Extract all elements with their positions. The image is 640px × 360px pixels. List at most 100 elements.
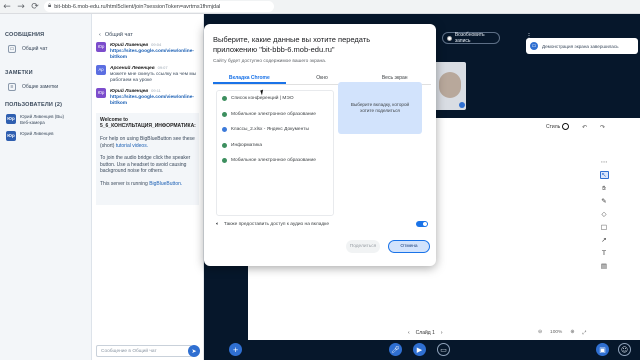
- microphone-button[interactable]: 🎤︎: [389, 343, 402, 356]
- sidebar-item-shared-notes[interactable]: ≡ Общие заметки: [8, 82, 91, 92]
- zoom-in-icon[interactable]: ⊕: [570, 330, 574, 336]
- toast-text: Демонстрация экрана завершилась: [542, 43, 619, 49]
- fit-icon[interactable]: ⤢: [582, 330, 586, 336]
- bbb-app: СООБЩЕНИЯ ▭ Общий чат ЗАМЕТКИ ≡ Общие за…: [0, 14, 640, 360]
- select-tool-icon[interactable]: ↖: [599, 171, 609, 179]
- tab-title: Информатика: [231, 142, 262, 148]
- user-list-item[interactable]: Юр Юрий Ливенцев (Вы) Веб-камера: [6, 114, 91, 125]
- reactions-icon: ☺: [620, 345, 629, 354]
- avatar: Юр: [6, 114, 16, 124]
- tab-list-item[interactable]: Информатика: [217, 138, 333, 154]
- presentation-button[interactable]: ▣: [596, 343, 609, 356]
- welcome-room: 5_6_КОНСУЛЬТАЦИЯ_ИНФОРМАТИКА:: [100, 123, 196, 130]
- style-color-button[interactable]: [562, 123, 569, 130]
- welcome-message: Welcome to 5_6_КОНСУЛЬТАЦИЯ_ИНФОРМАТИКА:…: [96, 113, 199, 205]
- webcam-video: [439, 72, 461, 98]
- notification-toast: ▭ Демонстрация экрана завершилась: [526, 38, 638, 54]
- message-time: 09:11: [151, 88, 161, 93]
- rectangle-tool-icon[interactable]: □: [600, 223, 609, 231]
- text-tool-icon[interactable]: T: [600, 249, 609, 257]
- resume-recording-button[interactable]: Возобновить запись: [442, 32, 500, 44]
- hand-tool-icon[interactable]: ✋︎: [600, 184, 609, 192]
- dialog-subtitle: Сайту будет доступно содержимое вашего э…: [213, 59, 327, 64]
- tutorial-link[interactable]: tutorial videos.: [116, 143, 148, 149]
- forward-icon[interactable]: →: [14, 0, 28, 14]
- favicon-icon: [222, 96, 227, 102]
- chat-title: Общий чат: [104, 32, 133, 38]
- speaker-icon: 🔈︎: [216, 222, 219, 227]
- tab-list-item[interactable]: Список конференций | МЭО: [217, 91, 333, 107]
- user-list-item[interactable]: Юр Юрий Ливенцев: [6, 131, 91, 141]
- zoom-out-icon[interactable]: ⊖: [538, 330, 542, 336]
- favicon-icon: [222, 127, 227, 133]
- sidebar-item-public-chat[interactable]: ▭ Общий чат: [8, 44, 91, 54]
- screen-share-icon: ▭: [440, 345, 447, 354]
- message-body: Юрий Ливенцев 09:04 https://sites.google.…: [110, 42, 199, 61]
- chat-input[interactable]: Сообщение в Общий чат: [96, 345, 192, 357]
- webcam-tile[interactable]: [433, 62, 466, 110]
- welcome-audio: To join the audio bridge click the speak…: [100, 155, 191, 175]
- screen-share-button[interactable]: ▭: [437, 343, 450, 356]
- tab-chrome-tab[interactable]: Вкладка Chrome: [213, 73, 286, 84]
- style-label: Стиль: [546, 124, 561, 130]
- presentation-icon: ▣: [599, 345, 606, 354]
- message-link[interactable]: https://sites.google.com/view/online-bit…: [110, 95, 194, 106]
- camera-button[interactable]: ▶: [413, 343, 426, 356]
- undo-icon[interactable]: ↶: [582, 124, 587, 131]
- eraser-tool-icon[interactable]: ◇: [600, 210, 609, 218]
- tab-list-item[interactable]: Мобильное электронное образование: [217, 153, 333, 169]
- next-slide-icon[interactable]: ›: [441, 330, 443, 336]
- sidebar: СООБЩЕНИЯ ▭ Общий чат ЗАМЕТКИ ≡ Общие за…: [0, 14, 92, 360]
- tab-preview: Выберите вкладку, которой хотите поделит…: [338, 82, 422, 134]
- message-body: Юрий Ливенцев 09:11 https://sites.google.…: [110, 88, 199, 107]
- tab-list-item[interactable]: Классы_2.xlsx - Яндекс Документы: [217, 122, 333, 138]
- users-title: ПОЛЬЗОВАТЕЛИ (2): [5, 102, 63, 108]
- share-audio-toggle[interactable]: [416, 221, 428, 227]
- chrome-tab-list: Список конференций | МЭО Мобильное элект…: [216, 90, 334, 216]
- avatar: Юр: [6, 131, 16, 141]
- reload-icon[interactable]: ⟳: [28, 0, 42, 14]
- send-button[interactable]: ➤: [188, 345, 200, 357]
- plus-icon: +: [232, 345, 239, 354]
- share-button[interactable]: Поделиться: [346, 240, 380, 253]
- user-badge-icon: [459, 102, 465, 108]
- sticky-note-tool-icon[interactable]: ▤: [600, 262, 609, 270]
- tab-title: Мобильное электронное образование: [231, 111, 316, 117]
- tab-title: Классы_2.xlsx - Яндекс Документы: [231, 127, 309, 133]
- plus-button[interactable]: +: [229, 343, 242, 356]
- welcome-running: This server is running: [100, 181, 148, 188]
- chat-header[interactable]: ‹ Общий чат: [99, 32, 203, 38]
- chevron-left-icon[interactable]: ‹: [99, 32, 101, 38]
- message-link[interactable]: https://sites.google.com/view/online-bit…: [110, 49, 194, 60]
- tab-title: Список конференций | МЭО: [231, 96, 294, 102]
- share-screen-dialog: Выберите, какие данные вы хотите передат…: [204, 24, 436, 266]
- pencil-tool-icon[interactable]: ✎: [600, 197, 609, 205]
- avatar: Ар: [96, 65, 106, 75]
- message-author: Юрий Ливенцев: [110, 43, 149, 48]
- back-icon[interactable]: ←: [0, 0, 14, 14]
- reactions-button[interactable]: ☺: [618, 343, 631, 356]
- info-icon: ▭: [530, 42, 538, 50]
- message-time: 09:07: [157, 65, 168, 70]
- message-body: Арсений Левенцев 09:07 можете мне скинуть…: [110, 65, 199, 84]
- address-bar[interactable]: 🔒︎ bit-bbb-6.mob-edu.ru/html5client/join…: [44, 1, 274, 12]
- avatar: Юр: [96, 42, 106, 52]
- sidebar-item-label: Общий чат: [22, 46, 48, 52]
- sidebar-item-label: Общие заметки: [22, 84, 59, 90]
- prev-slide-icon[interactable]: ‹: [408, 330, 410, 336]
- tab-list-item[interactable]: Мобильное электронное образование: [217, 107, 333, 123]
- notes-title: ЗАМЕТКИ: [5, 70, 33, 76]
- cancel-button[interactable]: Отмена: [388, 240, 430, 253]
- message-text: можете мне скинуть ссылку на чем мы рабо…: [110, 72, 197, 83]
- chat-message: Ар Арсений Левенцев 09:07 можете мне скин…: [96, 65, 199, 84]
- bbb-link[interactable]: BigBlueButton.: [149, 181, 182, 187]
- arrow-tool-icon[interactable]: ↗: [600, 236, 609, 244]
- more-tools-icon[interactable]: ⋯: [600, 158, 609, 166]
- lock-icon: 🔒︎: [48, 3, 52, 9]
- slide-select[interactable]: Слайд 1: [416, 330, 435, 336]
- chat-panel: ‹ Общий чат Юр Юрий Ливенцев 09:04 https:…: [92, 14, 204, 360]
- redo-icon[interactable]: ↷: [600, 124, 605, 131]
- notes-icon: ≡: [8, 83, 16, 91]
- zoom-controls: ⊖ 100% ⊕ ⤢: [538, 330, 586, 336]
- user-name: Юрий Ливенцев: [20, 131, 54, 136]
